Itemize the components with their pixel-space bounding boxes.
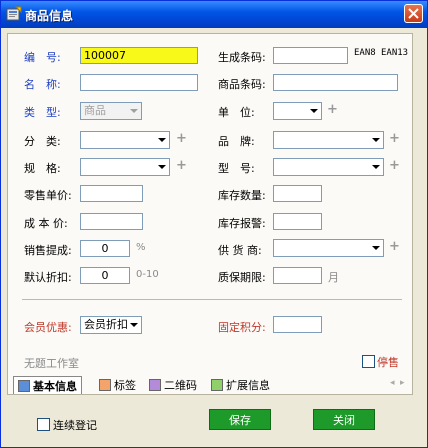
barcode-gen-input[interactable] — [273, 47, 348, 64]
commission-unit: % — [136, 242, 146, 253]
add-brand-icon[interactable]: + — [389, 132, 400, 145]
shelf-life-label: 质保期限: — [218, 271, 266, 284]
model-label: 型 号: — [218, 162, 255, 175]
barcode-gen-label: 生成条码: — [218, 51, 266, 64]
tab-label: 基本信息 — [33, 379, 77, 393]
member-discount-label: 会员优惠: — [24, 321, 72, 334]
ean13-link[interactable]: EAN13 — [381, 48, 408, 58]
ean8-link[interactable]: EAN8 — [354, 48, 376, 58]
add-model-icon[interactable]: + — [389, 159, 400, 172]
add-spec-icon[interactable]: + — [176, 159, 187, 172]
close-button[interactable]: 关闭 — [313, 409, 375, 430]
name-label: 名 称: — [24, 78, 61, 91]
tab-label: 标签 — [114, 378, 136, 392]
fixed-points-input[interactable] — [273, 316, 322, 333]
supplier-label: 供 货 商: — [218, 244, 262, 257]
chevron-down-icon — [158, 165, 166, 169]
cost-price-label: 成 本 价: — [24, 217, 68, 230]
shelf-life-input[interactable] — [273, 267, 322, 284]
save-button[interactable]: 保存 — [209, 409, 271, 430]
unit-select[interactable] — [273, 102, 322, 120]
chevron-down-icon — [372, 246, 380, 250]
form-panel: 编 号: 100007 生成条码: EAN8 EAN13 名 称: 商品条码: … — [7, 33, 413, 395]
tab-scroll-right-icon[interactable]: ▸ — [400, 378, 405, 388]
tab-tags[interactable]: 标签 — [99, 376, 136, 393]
stock-qty-input[interactable] — [273, 185, 322, 202]
tab-color-swatch — [149, 378, 161, 391]
retail-price-input[interactable] — [80, 185, 143, 202]
divider — [22, 299, 402, 300]
add-supplier-icon[interactable]: + — [389, 240, 400, 253]
tab-extended-info[interactable]: 扩展信息 — [211, 376, 270, 393]
chevron-down-icon — [372, 138, 380, 142]
product-barcode-label: 商品条码: — [218, 78, 266, 91]
cost-price-input[interactable] — [80, 213, 143, 230]
shelf-life-unit: 月 — [328, 271, 339, 284]
fixed-points-label: 固定积分: — [218, 321, 266, 334]
close-icon — [408, 8, 419, 19]
tab-bar: 基本信息 标签 二维码 扩展信息 ◂ ▸ — [7, 376, 411, 394]
chevron-down-icon — [310, 109, 318, 113]
member-discount-value: 会员折扣 — [84, 318, 128, 331]
type-select[interactable]: 商品 — [80, 102, 142, 120]
stock-alert-label: 库存报警: — [218, 217, 266, 230]
continuous-checkbox[interactable] — [37, 418, 50, 431]
app-icon — [6, 6, 22, 21]
tab-scroll-left-icon[interactable]: ◂ — [390, 378, 395, 388]
type-label: 类 型: — [24, 106, 61, 119]
footer-bar: 连续登记 保存 关闭 — [1, 397, 427, 447]
discontinued-label: 停售 — [377, 356, 399, 369]
brand-label: 品 牌: — [218, 135, 255, 148]
discount-label: 默认折扣: — [24, 271, 72, 284]
spec-label: 规 格: — [24, 162, 61, 175]
brand-select[interactable] — [273, 131, 384, 149]
title-bar[interactable]: 商品信息 — [1, 1, 427, 28]
product-barcode-input[interactable] — [273, 74, 398, 91]
window-title: 商品信息 — [25, 9, 74, 23]
tab-label: 扩展信息 — [226, 378, 270, 392]
model-select[interactable] — [273, 158, 384, 176]
chevron-down-icon — [158, 138, 166, 142]
continuous-label: 连续登记 — [53, 419, 97, 432]
window: 商品信息 编 号: 100007 生成条码: EAN8 EAN13 名 称: 商… — [0, 0, 428, 448]
discount-hint: 0-10 — [136, 269, 159, 280]
spec-select[interactable] — [80, 158, 170, 176]
code-label: 编 号: — [24, 51, 61, 64]
category-label: 分 类: — [24, 135, 61, 148]
category-select[interactable] — [80, 131, 170, 149]
retail-price-label: 零售单价: — [24, 189, 72, 202]
name-input[interactable] — [80, 74, 198, 91]
close-window-button[interactable] — [404, 4, 423, 23]
chevron-down-icon — [130, 323, 138, 327]
tab-color-swatch — [18, 379, 30, 392]
chevron-down-icon — [130, 109, 138, 113]
stock-alert-input[interactable] — [273, 213, 322, 230]
unit-label: 单 位: — [218, 106, 255, 119]
code-input[interactable]: 100007 — [80, 47, 198, 64]
discount-input[interactable]: 0 — [80, 267, 130, 284]
commission-input[interactable]: 0 — [80, 240, 130, 257]
add-unit-icon[interactable]: + — [327, 103, 338, 116]
add-category-icon[interactable]: + — [176, 132, 187, 145]
tab-label: 二维码 — [164, 378, 197, 392]
studio-label: 无题工作室 — [24, 357, 79, 370]
chevron-down-icon — [372, 165, 380, 169]
commission-label: 销售提成: — [24, 244, 72, 257]
supplier-select[interactable] — [273, 239, 384, 257]
tab-basic-info[interactable]: 基本信息 — [13, 376, 82, 394]
tab-qrcode[interactable]: 二维码 — [149, 376, 197, 393]
member-discount-select[interactable]: 会员折扣 — [80, 316, 142, 334]
tab-color-swatch — [99, 378, 111, 391]
discontinued-checkbox[interactable] — [362, 355, 375, 368]
type-value: 商品 — [84, 104, 106, 117]
stock-qty-label: 库存数量: — [218, 189, 266, 202]
tab-color-swatch — [211, 378, 223, 391]
